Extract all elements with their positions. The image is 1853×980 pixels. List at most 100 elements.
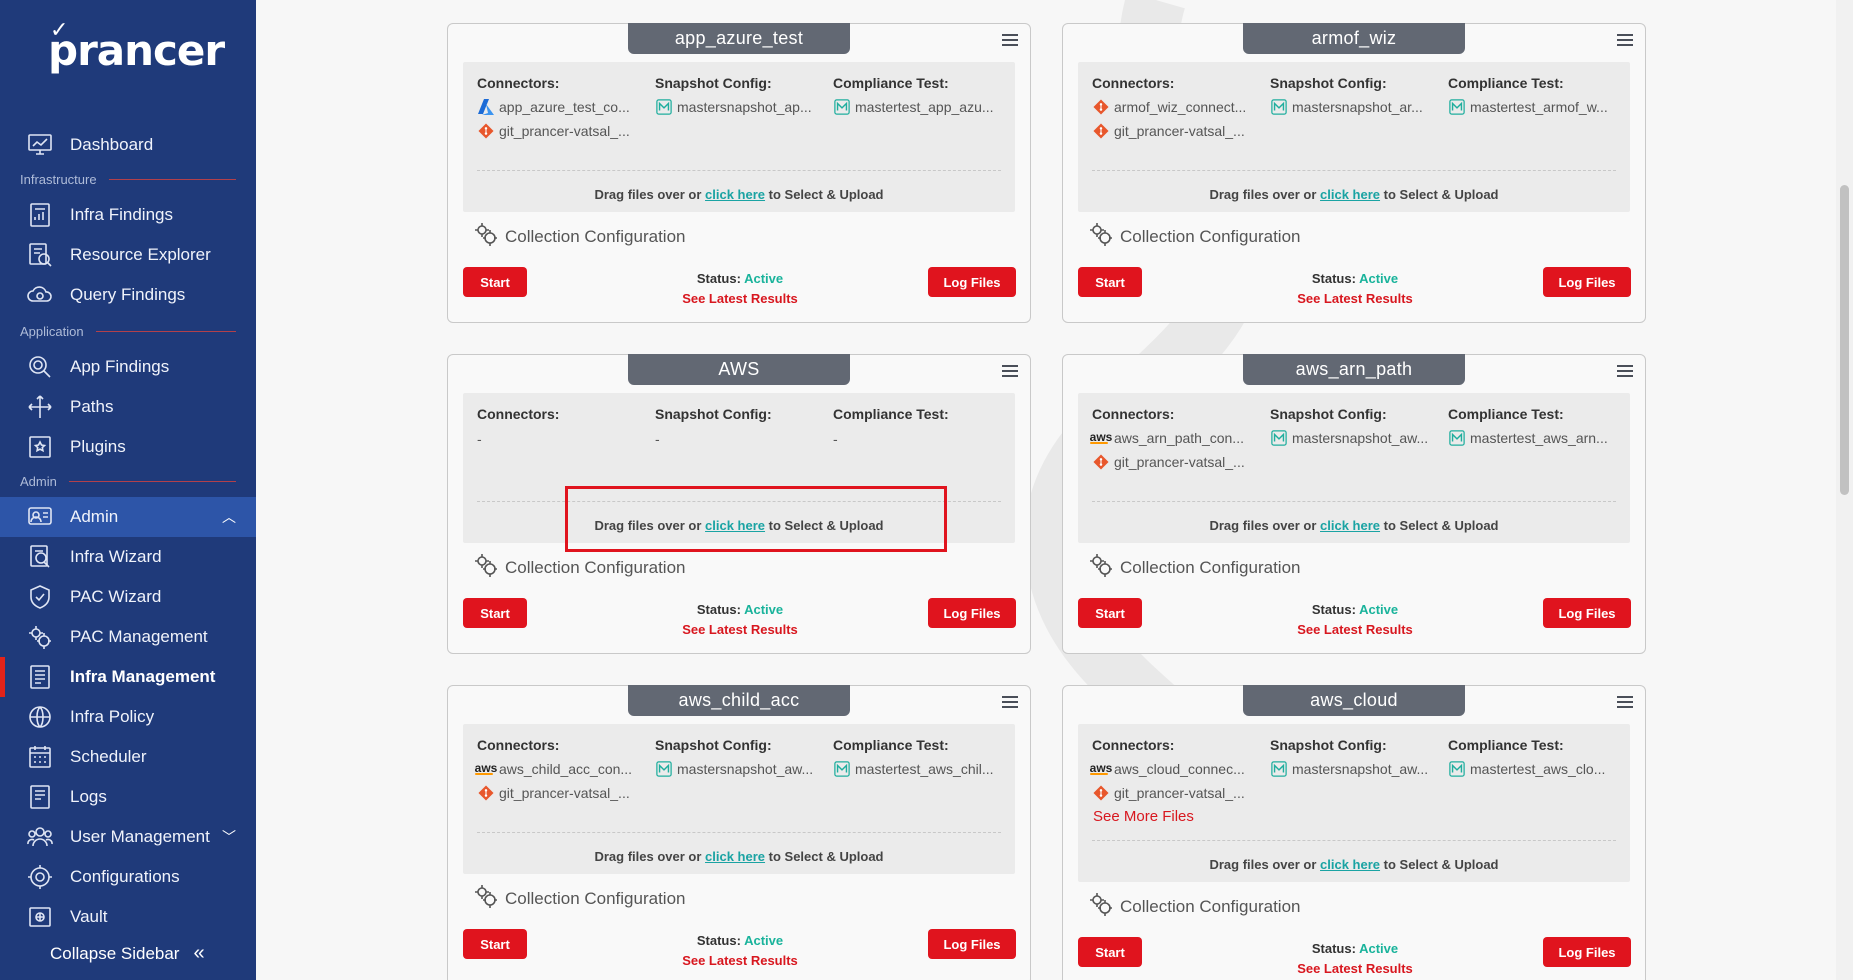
hamburger-menu-icon[interactable] [1002,696,1018,708]
file-drop-zone[interactable]: Connectors: Snapshot Config: Compliance … [1078,62,1630,212]
divider [1092,840,1616,841]
section-admin: Admin [20,474,236,489]
sidebar-item-plugins[interactable]: Plugins [0,427,256,467]
upload-link[interactable]: click here [1320,187,1380,202]
collection-configuration-label: Collection Configuration [505,888,686,908]
chevron-up-icon[interactable]: ︿ [222,507,236,527]
prancer-logo[interactable]: ✓ prancer [48,18,225,75]
sidebar-item-query-findings[interactable]: Query Findings [0,275,256,315]
connector-file-link[interactable]: aws aws_arn_path_con... [1089,429,1244,447]
connector-file-link[interactable]: app_azure_test_co... [477,98,630,116]
snapshot-file-link[interactable]: mastersnapshot_ap... [655,98,812,116]
master-file-icon [655,760,673,778]
log-files-button[interactable]: Log Files [928,267,1016,297]
sidebar-item-resource-explorer[interactable]: Resource Explorer [0,235,256,275]
sidebar-item-logs[interactable]: Logs [0,777,256,817]
collapse-sidebar-button[interactable]: Collapse Sidebar « [50,942,205,965]
collection-configuration-link[interactable]: Collection Configuration [473,552,686,583]
collection-configuration-link[interactable]: Collection Configuration [1088,552,1301,583]
connector-file-name: git_prancer-vatsal_... [1114,454,1245,470]
connector-icon: aws [474,761,498,775]
collection-configuration-link[interactable]: Collection Configuration [473,221,686,252]
file-drop-zone[interactable]: Connectors: Snapshot Config: Compliance … [463,724,1015,874]
sidebar-item-pac-management[interactable]: PAC Management [0,617,256,657]
wizard-icon [26,543,54,571]
sidebar-item-dashboard[interactable]: Dashboard [0,125,256,165]
connector-file-link[interactable]: git_prancer-vatsal_... [1092,122,1245,140]
gears-icon [1088,221,1114,252]
compliance-file-link[interactable]: mastertest_app_azu... [833,98,994,116]
snapshot-file-link[interactable]: mastersnapshot_ar... [1270,98,1423,116]
section-infrastructure: Infrastructure [20,172,236,187]
hamburger-menu-icon[interactable] [1617,365,1633,377]
log-files-button[interactable]: Log Files [928,598,1016,628]
sidebar-item-vault[interactable]: Vault [0,897,256,937]
users-icon [26,823,54,851]
sidebar-item-user-management[interactable]: User Management ﹀ [0,817,256,857]
compliance-file-link[interactable]: mastertest_aws_arn... [1448,429,1608,447]
snapshot-file-name: mastersnapshot_aw... [1292,761,1429,777]
section-label: Infrastructure [20,172,97,187]
snapshot-file-link[interactable]: mastersnapshot_aw... [655,760,813,778]
log-files-button[interactable]: Log Files [1543,267,1631,297]
connector-file-link[interactable]: git_prancer-vatsal_... [477,784,630,802]
sidebar-item-pac-wizard[interactable]: PAC Wizard [0,577,256,617]
hamburger-menu-icon[interactable] [1617,34,1633,46]
scrollbar-thumb[interactable] [1840,185,1849,495]
status-label: Status: [1311,602,1360,617]
logs-icon [26,783,54,811]
snapshot-file-name: mastersnapshot_ar... [1292,99,1423,115]
connectors-heading: Connectors: [477,75,560,91]
upload-link[interactable]: click here [705,187,765,202]
compliance-file-link[interactable]: mastertest_armof_w... [1448,98,1608,116]
card-title: armof_wiz [1243,23,1465,54]
sidebar-label: PAC Wizard [70,587,162,606]
file-drop-zone[interactable]: Connectors: Snapshot Config: Compliance … [1078,724,1630,882]
scrollbar[interactable] [1836,0,1853,980]
connectors-heading: Connectors: [1092,75,1175,91]
collection-configuration-link[interactable]: Collection Configuration [1088,891,1301,922]
file-drop-zone[interactable]: Connectors: Snapshot Config: Compliance … [1078,393,1630,543]
sidebar-item-paths[interactable]: Paths [0,387,256,427]
upload-link[interactable]: click here [705,849,765,864]
sidebar-item-app-findings[interactable]: App Findings [0,347,256,387]
shield-icon [26,583,54,611]
hamburger-menu-icon[interactable] [1002,365,1018,377]
snapshot-file-name: mastersnapshot_aw... [1292,430,1429,446]
collection-configuration-link[interactable]: Collection Configuration [473,883,686,914]
log-files-button[interactable]: Log Files [928,929,1016,959]
connector-file-link[interactable]: git_prancer-vatsal_... [1092,453,1245,471]
compliance-file-link[interactable]: mastertest_aws_chil... [833,760,994,778]
sidebar-label: Vault [70,907,108,926]
see-more-files-link[interactable]: See More Files [1093,808,1194,825]
sidebar-item-infra-findings[interactable]: Infra Findings [0,195,256,235]
sidebar-item-admin[interactable]: Admin ︿ [0,497,256,537]
master-file-icon [655,98,673,116]
connector-file-link[interactable]: aws aws_cloud_connec... [1089,760,1245,778]
sidebar-item-infra-management[interactable]: Infra Management [0,657,256,697]
master-file-icon [1270,98,1288,116]
sidebar-item-scheduler[interactable]: Scheduler [0,737,256,777]
log-files-button[interactable]: Log Files [1543,937,1631,967]
upload-link[interactable]: click here [1320,857,1380,872]
compliance-file-link[interactable]: mastertest_aws_clo... [1448,760,1605,778]
sidebar-item-infra-wizard[interactable]: Infra Wizard [0,537,256,577]
log-files-button[interactable]: Log Files [1543,598,1631,628]
sidebar-item-configurations[interactable]: Configurations [0,857,256,897]
drag-text: Drag files over or [1209,187,1321,202]
connector-file-link[interactable]: git_prancer-vatsal_... [477,122,630,140]
hamburger-menu-icon[interactable] [1002,34,1018,46]
chevron-down-icon[interactable]: ﹀ [222,827,236,847]
snapshot-file-link[interactable]: mastersnapshot_aw... [1270,429,1428,447]
upload-link[interactable]: click here [1320,518,1380,533]
highlight-box [565,486,947,552]
file-drop-zone[interactable]: Connectors: Snapshot Config: Compliance … [463,62,1015,212]
hamburger-menu-icon[interactable] [1617,696,1633,708]
status-badge: Active [1359,941,1399,956]
sidebar-item-infra-policy[interactable]: Infra Policy [0,697,256,737]
connector-file-link[interactable]: aws aws_child_acc_con... [474,760,632,778]
snapshot-file-link[interactable]: mastersnapshot_aw... [1270,760,1428,778]
connector-file-link[interactable]: git_prancer-vatsal_... [1092,784,1245,802]
collection-configuration-link[interactable]: Collection Configuration [1088,221,1301,252]
connector-file-link[interactable]: armof_wiz_connect... [1092,98,1246,116]
